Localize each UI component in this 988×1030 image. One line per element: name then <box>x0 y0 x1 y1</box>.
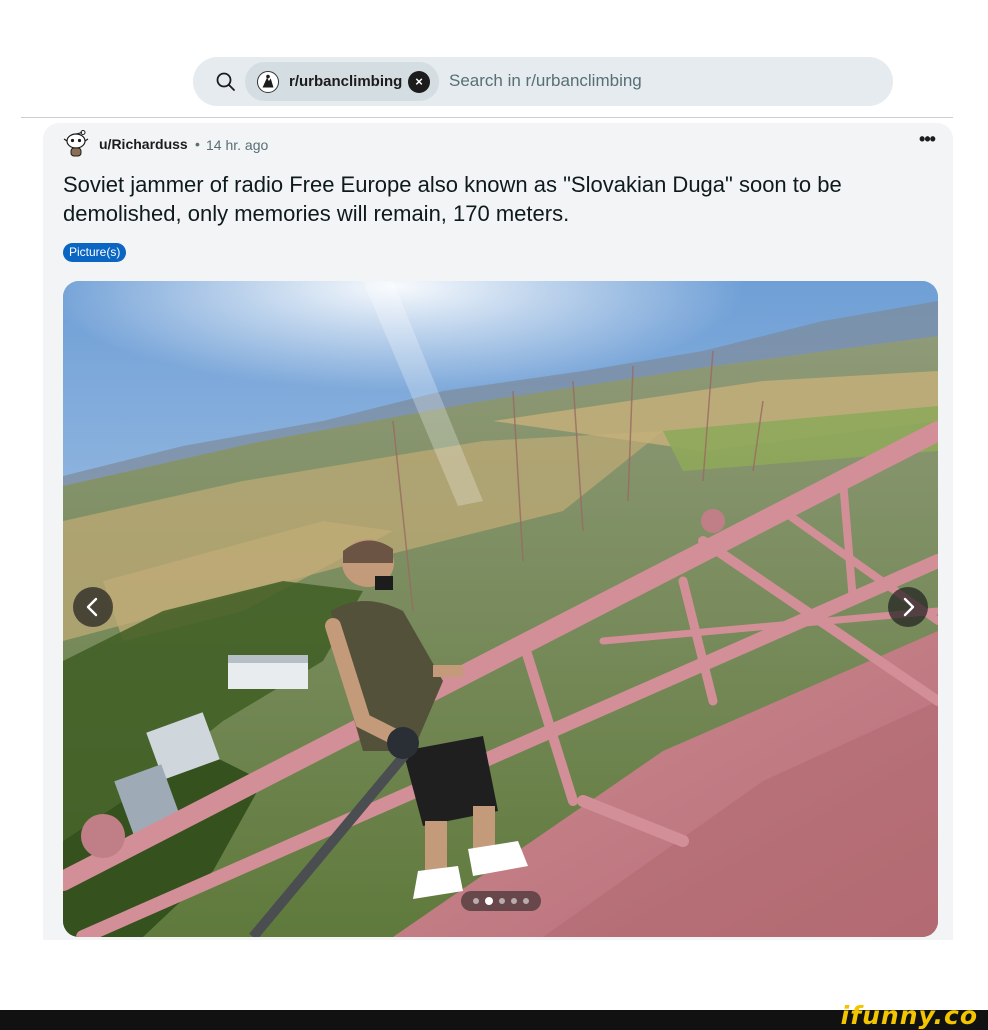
post-flair[interactable]: Picture(s) <box>63 243 127 262</box>
search-icon <box>216 72 235 91</box>
reddit-snoo-avatar-icon[interactable] <box>63 129 89 159</box>
close-icon[interactable]: × <box>408 71 430 93</box>
post-image <box>63 281 938 937</box>
post-image-gallery[interactable] <box>63 281 938 937</box>
ifunny-watermark: ifunny.co <box>840 1001 978 1030</box>
gallery-next-button[interactable] <box>888 587 928 627</box>
gallery-dot[interactable] <box>473 898 479 904</box>
community-chip[interactable]: r/urbanclimbing × <box>245 62 439 101</box>
subreddit-avatar-icon <box>257 71 279 93</box>
search-input[interactable]: Search in r/urbanclimbing <box>449 71 642 91</box>
gallery-dot[interactable] <box>499 898 505 904</box>
post-card[interactable]: u/Richarduss • 14 hr. ago ••• Soviet jam… <box>43 123 953 940</box>
search-bar[interactable]: r/urbanclimbing × Search in r/urbanclimb… <box>193 57 893 106</box>
divider <box>21 117 953 118</box>
gallery-previous-button[interactable] <box>73 587 113 627</box>
chevron-right-icon <box>903 597 915 617</box>
chevron-left-icon <box>86 597 98 617</box>
meta-separator: • <box>195 136 200 152</box>
post-title[interactable]: Soviet jammer of radio Free Europe also … <box>63 170 923 228</box>
gallery-pagination[interactable] <box>461 891 541 911</box>
author-name[interactable]: u/Richarduss <box>99 136 188 152</box>
gallery-dot[interactable] <box>511 898 517 904</box>
footer-bar: ifunny.co <box>0 1001 988 1030</box>
gallery-dot[interactable] <box>523 898 529 904</box>
gallery-dot[interactable] <box>485 897 493 905</box>
more-options-icon[interactable]: ••• <box>915 129 939 153</box>
post-timestamp: 14 hr. ago <box>206 137 269 153</box>
community-chip-label: r/urbanclimbing <box>289 73 403 90</box>
